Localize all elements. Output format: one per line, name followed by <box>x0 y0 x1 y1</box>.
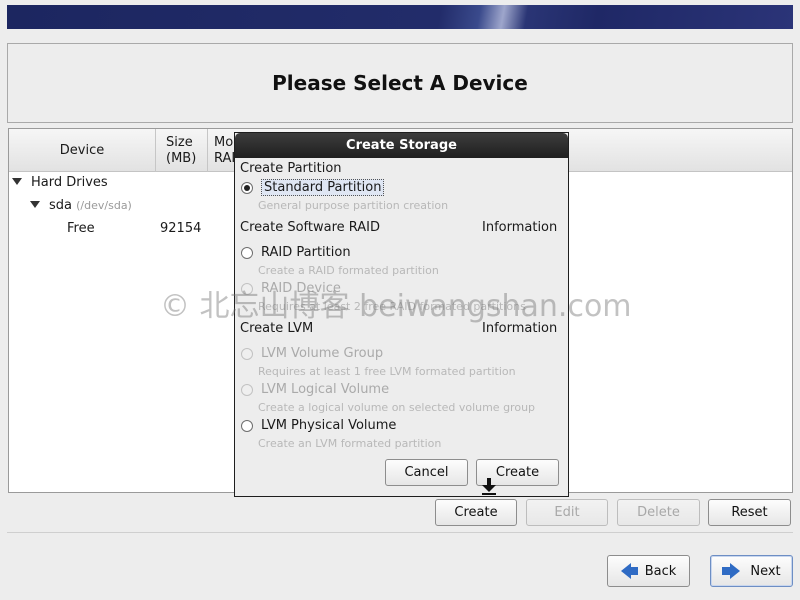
reset-button[interactable]: Reset <box>708 499 791 526</box>
next-arrow-icon <box>722 563 741 579</box>
radio-icon[interactable] <box>241 246 253 259</box>
lvm-logical-volume-label: LVM Logical Volume <box>261 382 390 397</box>
header-banner <box>7 5 793 29</box>
radio-icon[interactable] <box>241 419 253 432</box>
dialog-cancel-button[interactable]: Cancel <box>385 459 468 486</box>
lvm-physical-volume-desc: Create an LVM formated partition <box>258 437 442 450</box>
raid-device-radio[interactable]: RAID Device <box>241 281 341 296</box>
free-label: Free <box>67 221 95 236</box>
radio-disabled-icon <box>241 282 253 295</box>
raid-device-label: RAID Device <box>261 281 341 296</box>
raid-device-desc: Requires at least 2 free RAID formated p… <box>258 300 526 313</box>
raid-partition-desc: Create a RAID formated partition <box>258 264 439 277</box>
tree-row-disk[interactable]: sda (/dev/sda) <box>30 198 132 213</box>
separator <box>7 532 793 533</box>
column-header-mount-line1: Mo <box>214 134 234 150</box>
standard-partition-desc: General purpose partition creation <box>258 199 449 212</box>
column-header-device[interactable]: Device <box>9 129 156 172</box>
create-storage-dialog: Create Storage Create Partition Standard… <box>234 132 569 497</box>
raid-information-label: Information <box>482 220 558 235</box>
tree-row-free[interactable]: Free <box>67 221 95 236</box>
lvm-logical-volume-desc: Create a logical volume on selected volu… <box>258 401 536 414</box>
back-label: Back <box>644 563 677 579</box>
lvm-logical-volume-radio[interactable]: LVM Logical Volume <box>241 382 389 397</box>
dialog-title: Create Storage <box>235 133 568 158</box>
tree-row-label: Hard Drives <box>31 175 108 190</box>
standard-partition-label: Standard Partition <box>261 179 385 196</box>
column-header-mount-line2: RAI <box>214 150 236 166</box>
lvm-volume-group-desc: Requires at least 1 free LVM formated pa… <box>258 365 516 378</box>
page-title: Please Select A Device <box>272 71 528 95</box>
tree-row-hard-drives[interactable]: Hard Drives <box>12 175 108 190</box>
next-label: Next <box>750 563 781 579</box>
disk-name: sda <box>49 198 72 213</box>
raid-partition-radio[interactable]: RAID Partition <box>241 245 351 260</box>
column-header-size-line2: (MB) <box>166 150 197 166</box>
standard-partition-radio[interactable]: Standard Partition <box>241 179 385 196</box>
disk-path: (/dev/sda) <box>76 199 132 212</box>
expander-down-icon[interactable] <box>30 201 40 208</box>
radio-disabled-icon <box>241 347 253 360</box>
mouse-cursor-icon <box>482 478 496 495</box>
edit-button[interactable]: Edit <box>526 499 608 526</box>
page-title-box: Please Select A Device <box>7 43 793 123</box>
radio-checked-icon[interactable] <box>241 181 253 194</box>
create-lvm-heading: Create LVM <box>240 321 314 336</box>
lvm-physical-volume-radio[interactable]: LVM Physical Volume <box>241 418 396 433</box>
back-arrow-icon <box>620 563 638 579</box>
column-header-size[interactable]: Size (MB) <box>156 129 208 172</box>
lvm-volume-group-label: LVM Volume Group <box>261 346 384 361</box>
raid-partition-label: RAID Partition <box>261 245 351 260</box>
free-size: 92154 <box>160 221 202 236</box>
next-button[interactable]: Next <box>710 555 793 587</box>
create-button[interactable]: Create <box>435 499 517 526</box>
create-raid-heading: Create Software RAID <box>240 220 381 235</box>
radio-disabled-icon <box>241 383 253 396</box>
delete-button[interactable]: Delete <box>617 499 700 526</box>
lvm-volume-group-radio[interactable]: LVM Volume Group <box>241 346 383 361</box>
lvm-information-label: Information <box>482 321 558 336</box>
expander-down-icon[interactable] <box>12 178 22 185</box>
back-button[interactable]: Back <box>607 555 690 587</box>
create-partition-heading: Create Partition <box>240 161 342 176</box>
lvm-physical-volume-label: LVM Physical Volume <box>261 418 397 433</box>
column-header-size-line1: Size <box>166 134 193 150</box>
